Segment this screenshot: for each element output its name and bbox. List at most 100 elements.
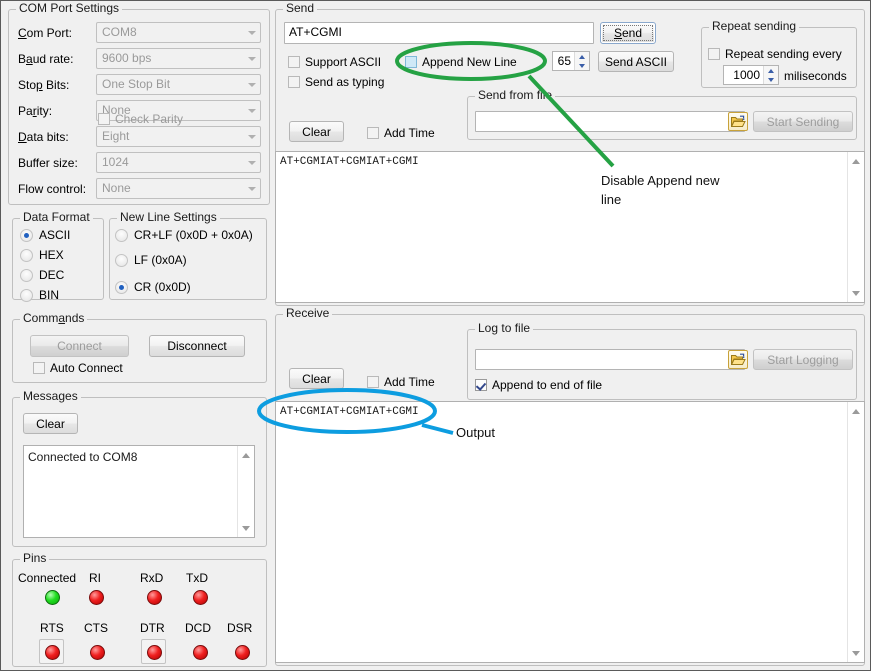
stop-bits-label: Stop Bits: (18, 78, 69, 92)
radio-dot (115, 229, 128, 242)
scroll-up-icon[interactable] (238, 447, 254, 463)
buffer-size-select[interactable]: 1024 (96, 152, 261, 173)
checkbox-box (475, 379, 487, 391)
send-input[interactable]: AT+CGMI (284, 22, 594, 44)
radio-data-format-dec[interactable]: DEC (20, 268, 64, 282)
radio-label: ASCII (39, 228, 70, 242)
chevron-down-icon (243, 153, 260, 172)
log-to-file-legend: Log to file (475, 322, 533, 334)
pin-label-dtr: DTR (140, 621, 165, 635)
commands-legend: Commands (20, 312, 87, 324)
repeat-units-label: miliseconds (784, 69, 847, 83)
spinner-buttons[interactable] (763, 66, 778, 84)
repeat-sending-checkbox[interactable]: Repeat sending every (708, 47, 842, 61)
pin-led-ri (89, 590, 104, 605)
check-parity-label: Check Parity (115, 112, 183, 126)
send-ascii-button[interactable]: Send ASCII (598, 51, 674, 72)
checkbox-box (98, 113, 110, 125)
radio-newline-cr[interactable]: CR (0x0D) (115, 280, 191, 294)
scroll-down-icon[interactable] (848, 285, 864, 301)
repeat-sending-label: Repeat sending every (725, 47, 842, 61)
green-annotation-text-line1: Disable Append new (601, 173, 720, 188)
flow-control-value: None (102, 181, 131, 195)
start-logging-button[interactable]: Start Logging (753, 349, 853, 370)
pin-label-txd: TxD (186, 571, 208, 585)
support-ascii-checkbox[interactable]: Support ASCII (288, 55, 381, 69)
chevron-down-icon (243, 23, 260, 42)
scroll-up-icon[interactable] (848, 403, 864, 419)
scroll-down-icon[interactable] (848, 645, 864, 661)
flow-control-select[interactable]: None (96, 178, 261, 199)
radio-dot (115, 254, 128, 267)
start-sending-label: Start Sending (767, 115, 840, 129)
radio-data-format-ascii[interactable]: ASCII (20, 228, 70, 242)
messages-scrollbar[interactable] (237, 446, 254, 537)
pin-label-ri: RI (89, 571, 101, 585)
repeat-interval-spinner[interactable]: 1000 (723, 65, 779, 85)
scroll-down-icon[interactable] (238, 520, 254, 536)
com-port-select[interactable]: COM8 (96, 22, 261, 43)
spinner-buttons[interactable] (574, 52, 589, 70)
spinner-down-icon[interactable] (764, 75, 778, 84)
receive-log-text: AT+CGMIAT+CGMIAT+CGMI (280, 406, 419, 418)
parity-label: Parity: (18, 104, 52, 118)
radio-newline-crlf[interactable]: CR+LF (0x0D + 0x0A) (115, 228, 253, 242)
disconnect-button[interactable]: Disconnect (149, 335, 245, 357)
buffer-size-value: 1024 (102, 155, 129, 169)
pin-led-dtr[interactable] (147, 645, 162, 660)
ascii-code-value: 65 (553, 52, 574, 70)
baud-rate-label: Baud rate: (18, 52, 73, 66)
baud-rate-select[interactable]: 9600 bps (96, 48, 261, 69)
pin-led-cts (90, 645, 105, 660)
spinner-up-icon[interactable] (575, 52, 589, 61)
radio-dot (20, 229, 33, 242)
data-bits-select[interactable]: Eight (96, 126, 261, 147)
radio-label: HEX (39, 248, 64, 262)
repeat-interval-value: 1000 (724, 66, 763, 84)
send-button[interactable]: Send (600, 22, 656, 44)
radio-newline-lf[interactable]: LF (0x0A) (115, 253, 187, 267)
receive-log[interactable]: AT+CGMIAT+CGMIAT+CGMI (275, 401, 865, 663)
checkbox-box (288, 76, 300, 88)
send-clear-label: Clear (302, 125, 331, 139)
send-from-file-path-input[interactable] (475, 111, 745, 132)
ascii-code-spinner[interactable]: 65 (552, 51, 590, 71)
receive-add-time-checkbox[interactable]: Add Time (367, 375, 435, 389)
check-parity-checkbox[interactable]: Check Parity (98, 112, 183, 126)
receive-clear-button[interactable]: Clear (289, 368, 344, 389)
log-to-file-browse-button[interactable] (728, 350, 748, 369)
send-from-file-browse-button[interactable] (728, 112, 748, 131)
append-new-line-checkbox[interactable]: Append New Line (405, 55, 517, 69)
checkbox-box (405, 56, 417, 68)
pin-led-connected (45, 590, 60, 605)
messages-log[interactable]: Connected to COM8 (23, 445, 255, 538)
pin-led-rts[interactable] (45, 645, 60, 660)
start-sending-button[interactable]: Start Sending (753, 111, 853, 132)
radio-data-format-hex[interactable]: HEX (20, 248, 64, 262)
send-log-scrollbar[interactable] (847, 152, 864, 302)
spinner-down-icon[interactable] (575, 61, 589, 70)
connect-button[interactable]: Connect (30, 335, 129, 357)
messages-clear-button[interactable]: Clear (23, 413, 78, 434)
checkbox-box (33, 362, 45, 374)
auto-connect-checkbox[interactable]: Auto Connect (33, 361, 123, 375)
radio-data-format-bin[interactable]: BIN (20, 288, 59, 302)
send-legend: Send (283, 2, 317, 14)
append-to-end-checkbox[interactable]: Append to end of file (475, 378, 602, 392)
send-clear-button[interactable]: Clear (289, 121, 344, 142)
receive-log-scrollbar[interactable] (847, 402, 864, 662)
log-to-file-path-input[interactable] (475, 349, 745, 370)
send-log[interactable]: AT+CGMIAT+CGMIAT+CGMI (275, 151, 865, 303)
pin-label-cts: CTS (84, 621, 108, 635)
receive-legend: Receive (283, 307, 332, 319)
data-bits-value: Eight (102, 129, 129, 143)
com-port-settings-legend: COM Port Settings (16, 2, 122, 14)
stop-bits-select[interactable]: One Stop Bit (96, 74, 261, 95)
chevron-down-icon (243, 101, 260, 120)
spinner-up-icon[interactable] (764, 66, 778, 75)
send-add-time-checkbox[interactable]: Add Time (367, 126, 435, 140)
scroll-up-icon[interactable] (848, 153, 864, 169)
green-annotation-text-line2: line (601, 192, 621, 207)
send-as-typing-checkbox[interactable]: Send as typing (288, 75, 384, 89)
pin-label-rxd: RxD (140, 571, 163, 585)
